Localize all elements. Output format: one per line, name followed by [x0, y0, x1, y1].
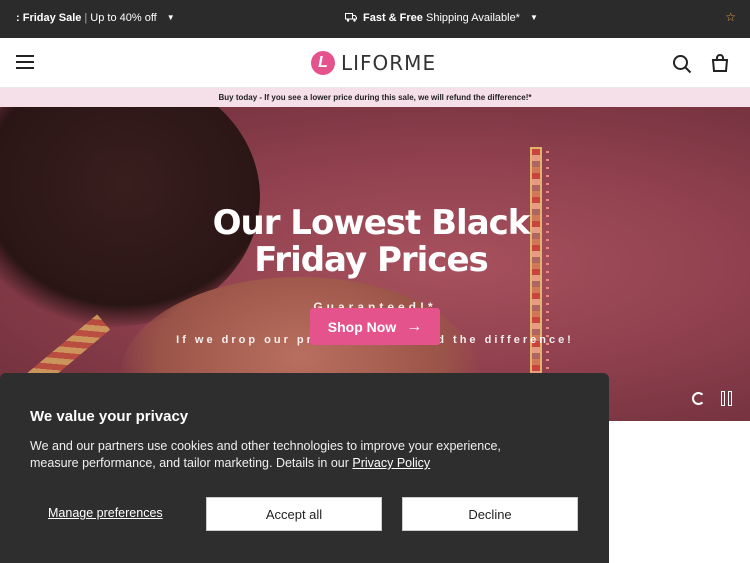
brand-logo[interactable]: L LIFORME — [311, 50, 436, 76]
menu-icon[interactable] — [16, 55, 34, 69]
logo-text: LIFORME — [341, 51, 437, 75]
bag-icon[interactable] — [710, 53, 730, 73]
manage-preferences-link[interactable]: Manage preferences — [48, 506, 163, 520]
shipping-promo-bold: Fast & Free — [363, 12, 423, 24]
sale-promo-separator: | — [84, 12, 88, 24]
shop-now-button[interactable]: Shop Now → — [310, 308, 440, 345]
privacy-policy-link[interactable]: Privacy Policy — [352, 456, 430, 470]
pause-icon[interactable] — [721, 391, 733, 406]
chevron-down-icon[interactable]: ▼ — [530, 13, 538, 22]
sale-promo-text: Up to 40% off — [90, 12, 157, 24]
loading-spinner-icon — [692, 392, 705, 405]
price-guarantee-notice: Buy today - If you see a lower price dur… — [0, 88, 750, 107]
chevron-down-icon[interactable]: ▼ — [167, 13, 175, 22]
site-header: L LIFORME — [0, 38, 750, 88]
cookie-title: We value your privacy — [30, 408, 189, 425]
accept-all-button[interactable]: Accept all — [206, 497, 382, 531]
promo-topbar: : Friday Sale | Up to 40% off ▼ Fast & Fre… — [0, 0, 750, 38]
shop-now-label: Shop Now — [327, 318, 397, 335]
arrow-right-icon: → — [406, 317, 423, 335]
hero-title-line2: Friday Prices — [254, 240, 489, 280]
search-icon[interactable] — [672, 54, 692, 74]
truck-icon — [345, 13, 357, 22]
shipping-promo-text: Shipping Available* — [425, 12, 520, 24]
sale-promo[interactable]: : Friday Sale | Up to 40% off ▼ — [16, 12, 175, 24]
hero-title: Our Lowest Black Friday Prices — [0, 205, 742, 279]
shipping-promo[interactable]: Fast & Free Shipping Available* ▼ — [345, 12, 538, 24]
decline-button[interactable]: Decline — [402, 497, 578, 531]
logo-mark: L — [311, 51, 335, 75]
cookie-consent-banner: We value your privacy We and our partner… — [0, 373, 609, 563]
sale-promo-bold: : Friday Sale — [16, 12, 82, 24]
cookie-body-text: We and our partners use cookies and othe… — [30, 439, 501, 470]
hero-title-line1: Our Lowest Black — [212, 203, 531, 243]
cookie-body: We and our partners use cookies and othe… — [30, 438, 550, 472]
star-icon[interactable]: ☆ — [725, 10, 736, 24]
